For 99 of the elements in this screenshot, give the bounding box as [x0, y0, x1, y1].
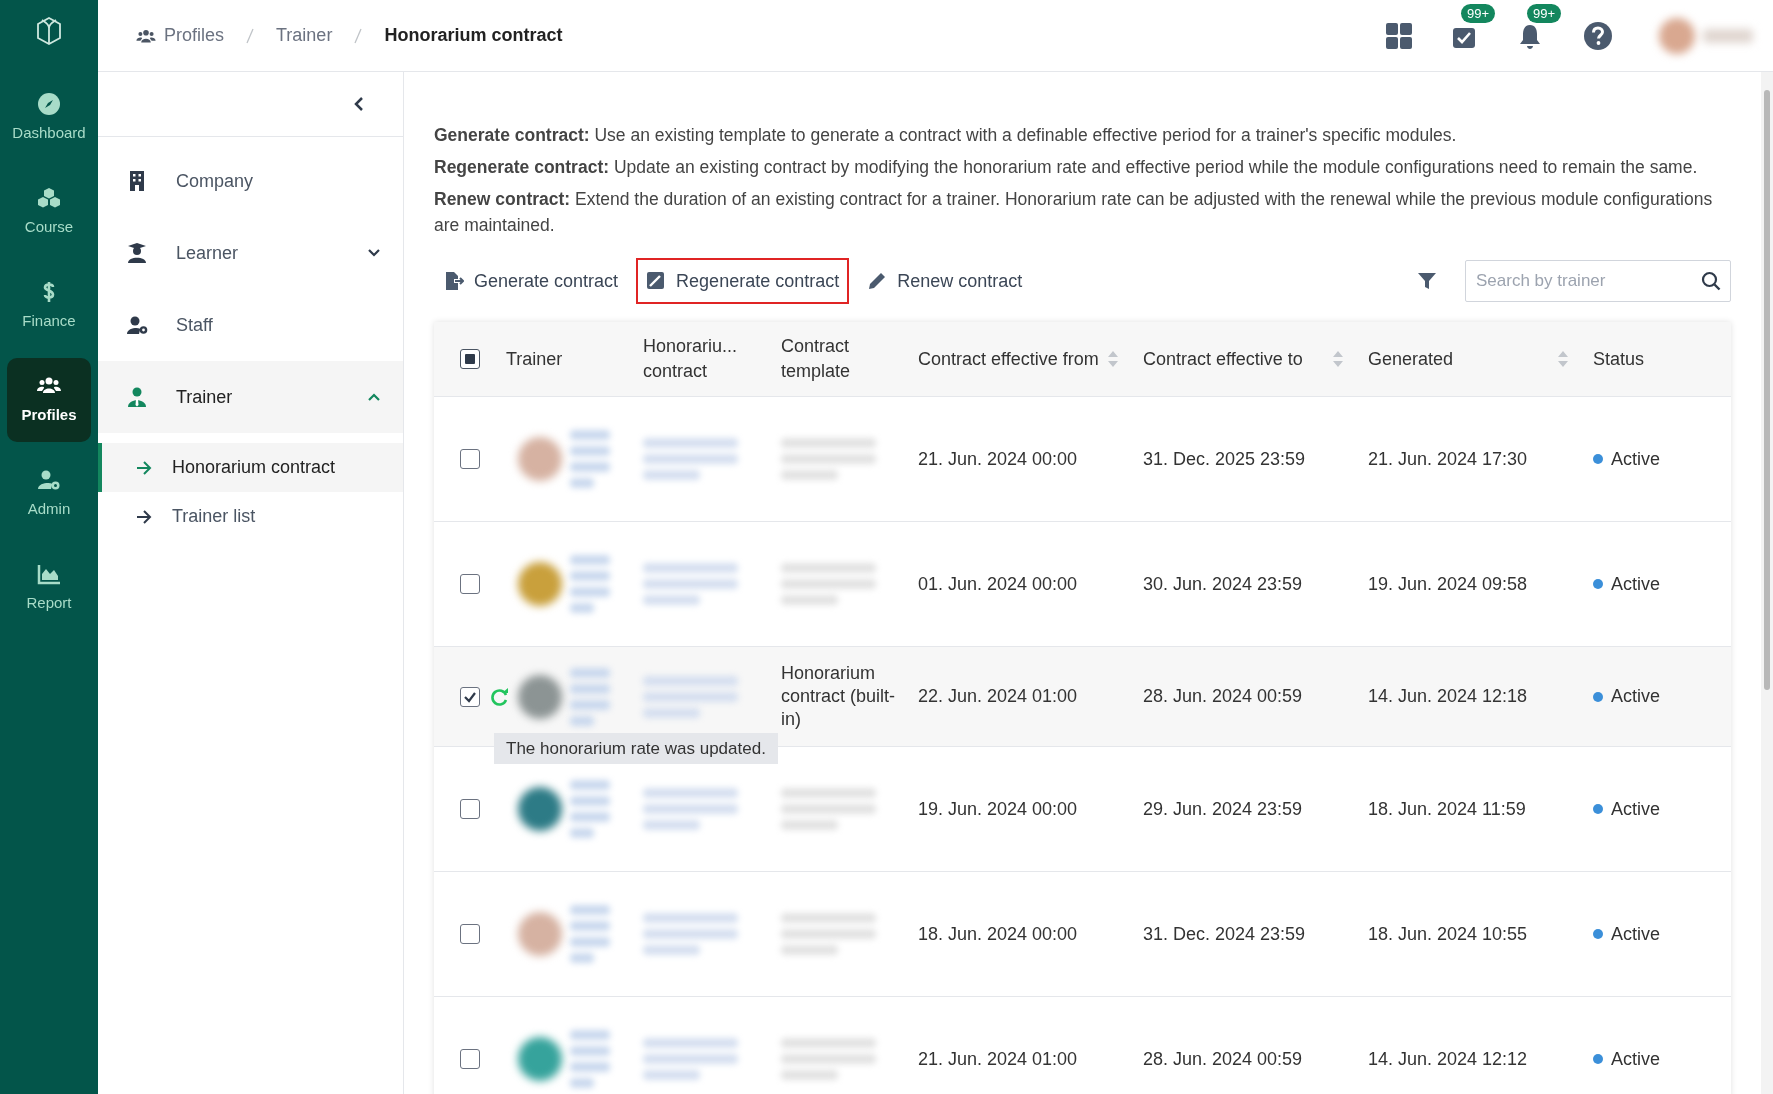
bell-icon: [1517, 22, 1543, 49]
grid-icon: [1385, 21, 1413, 50]
table-cell-text: 29. Jun. 2024 23:59: [1143, 797, 1304, 821]
chevron-left-icon: [354, 96, 364, 112]
redacted-name: [570, 905, 610, 963]
row-checkbox[interactable]: [460, 449, 480, 469]
column-header: Honorariu... contract: [643, 335, 739, 383]
column-header: Contract effective to: [1143, 347, 1304, 371]
row-checkbox[interactable]: [460, 1049, 480, 1069]
rail-item[interactable]: Profiles: [7, 358, 91, 442]
graduate-icon: [126, 242, 148, 264]
breadcrumb-link[interactable]: Trainer: [276, 22, 333, 49]
rail-item[interactable]: Finance: [7, 264, 91, 348]
search-field[interactable]: Search by trainer: [1465, 260, 1731, 302]
chevron-up-icon: [367, 392, 381, 402]
table-cell-text: Honorarium contract (built-in): [781, 662, 897, 731]
cubes-icon: [37, 185, 61, 210]
column-header: Trainer: [506, 347, 564, 371]
users-icon: [136, 27, 156, 44]
table-cell-text: 18. Jun. 2024 00:00: [918, 922, 1079, 946]
column-header: Generated: [1368, 347, 1455, 371]
rail-item[interactable]: Report: [7, 546, 91, 630]
scrollbar[interactable]: [1761, 72, 1773, 1094]
rail-item[interactable]: Course: [7, 170, 91, 254]
status-text: Active: [1611, 685, 1661, 708]
sort-icon: [1332, 350, 1344, 368]
table-cell-text: 21. Jun. 2024 01:00: [918, 1047, 1079, 1071]
tooltip: The honorarium rate was updated.: [494, 732, 778, 764]
column-header: Contract effective from: [918, 347, 1100, 371]
help-button[interactable]: [1583, 20, 1613, 51]
trainer-icon: [126, 386, 148, 408]
redacted-name: [570, 667, 610, 726]
description-text: Regenerate contract: Update an existing contract by modifying the honorarium rate and effective period while the module configurations need to remain the same.: [434, 156, 1699, 179]
toolbar-button[interactable]: Generate contract: [434, 258, 629, 304]
chevron-down-icon: [367, 248, 381, 258]
pencil-icon: [867, 271, 888, 291]
redacted-name: [570, 555, 610, 613]
column-header: Status: [1593, 347, 1646, 371]
description-text: Renew contract: Extend the duration of an existing contract for a trainer. Honorarium rate can be adjusted with the renewal while the previous module configurations are maintained.: [434, 188, 1714, 237]
search-icon: [1701, 271, 1721, 291]
table-cell-text: 21. Jun. 2024 17:30: [1368, 447, 1529, 471]
breadcrumb-link[interactable]: Profiles: [136, 22, 225, 49]
table-cell-text: 28. Jun. 2024 00:59: [1143, 685, 1304, 708]
breadcrumb-current: Honorarium contract: [384, 24, 563, 47]
image-edit-icon: [646, 271, 667, 291]
status-text: Active: [1611, 797, 1661, 821]
description-text: Generate contract: Use an existing template to generate a contract with a definable effective period for a trainer's specific modules.: [434, 124, 1458, 147]
filter-button[interactable]: [1417, 271, 1437, 291]
sidebar-item[interactable]: Staff: [98, 289, 403, 361]
table-cell-text: 21. Jun. 2024 00:00: [918, 447, 1079, 471]
count-badge: 99+: [1461, 3, 1496, 23]
compass-icon: [37, 91, 61, 116]
user-gear-icon: [126, 314, 148, 336]
rail-item[interactable]: Admin: [7, 452, 91, 536]
book-leaf-logo-icon: [34, 14, 64, 48]
table-cell-text: 19. Jun. 2024 00:00: [918, 797, 1079, 821]
breadcrumb-separator: [354, 27, 363, 44]
table-cell-text: 28. Jun. 2024 00:59: [1143, 1047, 1304, 1071]
help-icon: [1583, 20, 1613, 51]
breadcrumb-separator: [246, 27, 255, 44]
table-cell-text: 22. Jun. 2024 01:00: [918, 685, 1079, 708]
row-checkbox[interactable]: [460, 924, 480, 944]
count-badge: 99+: [1527, 3, 1562, 23]
table-cell-text: 01. Jun. 2024 00:00: [918, 572, 1079, 596]
toolbar-button[interactable]: Regenerate contract: [636, 258, 850, 304]
sort-icon: [1557, 350, 1569, 368]
rail-item[interactable]: Dashboard: [7, 76, 91, 160]
table-cell-text: 31. Dec. 2025 23:59: [1143, 447, 1307, 471]
table-cell-text: 31. Dec. 2024 23:59: [1143, 922, 1307, 946]
status-text: Active: [1611, 572, 1661, 596]
table-cell-text: 14. Jun. 2024 12:12: [1368, 1047, 1529, 1071]
sidebar-item[interactable]: Learner: [98, 217, 403, 289]
row-checkbox[interactable]: [460, 686, 480, 707]
submenu-item[interactable]: Honorarium contract: [98, 443, 403, 492]
status-text: Active: [1611, 447, 1661, 471]
table-cell-text: 19. Jun. 2024 09:58: [1368, 572, 1529, 596]
arrow-right-icon: [136, 460, 152, 475]
status-text: Active: [1611, 1047, 1661, 1071]
arrow-right-icon: [136, 509, 152, 524]
table-cell-text: 18. Jun. 2024 10:55: [1368, 922, 1529, 946]
row-checkbox[interactable]: [460, 799, 480, 819]
redacted-name: [570, 1030, 610, 1088]
sidebar-item[interactable]: Trainer: [98, 361, 403, 433]
table-cell-text: 30. Jun. 2024 23:59: [1143, 572, 1304, 596]
table-cell-text: 18. Jun. 2024 11:59: [1368, 797, 1527, 821]
sidebar-item[interactable]: Company: [98, 145, 403, 217]
redacted-name: [570, 430, 610, 488]
table-cell-text: 14. Jun. 2024 12:18: [1368, 685, 1529, 708]
sort-icon: [1107, 350, 1119, 368]
toolbar-button[interactable]: Renew contract: [857, 258, 1033, 304]
apps-grid-button[interactable]: [1385, 21, 1413, 50]
file-export-icon: [444, 271, 464, 291]
column-header: Contract template: [781, 335, 852, 383]
redacted-name: [570, 780, 610, 838]
status-text: Active: [1611, 922, 1661, 946]
submenu-item[interactable]: Trainer list: [98, 492, 403, 541]
row-checkbox[interactable]: [460, 574, 480, 594]
filter-icon: [1417, 271, 1437, 291]
select-all-checkbox[interactable]: [460, 349, 480, 369]
